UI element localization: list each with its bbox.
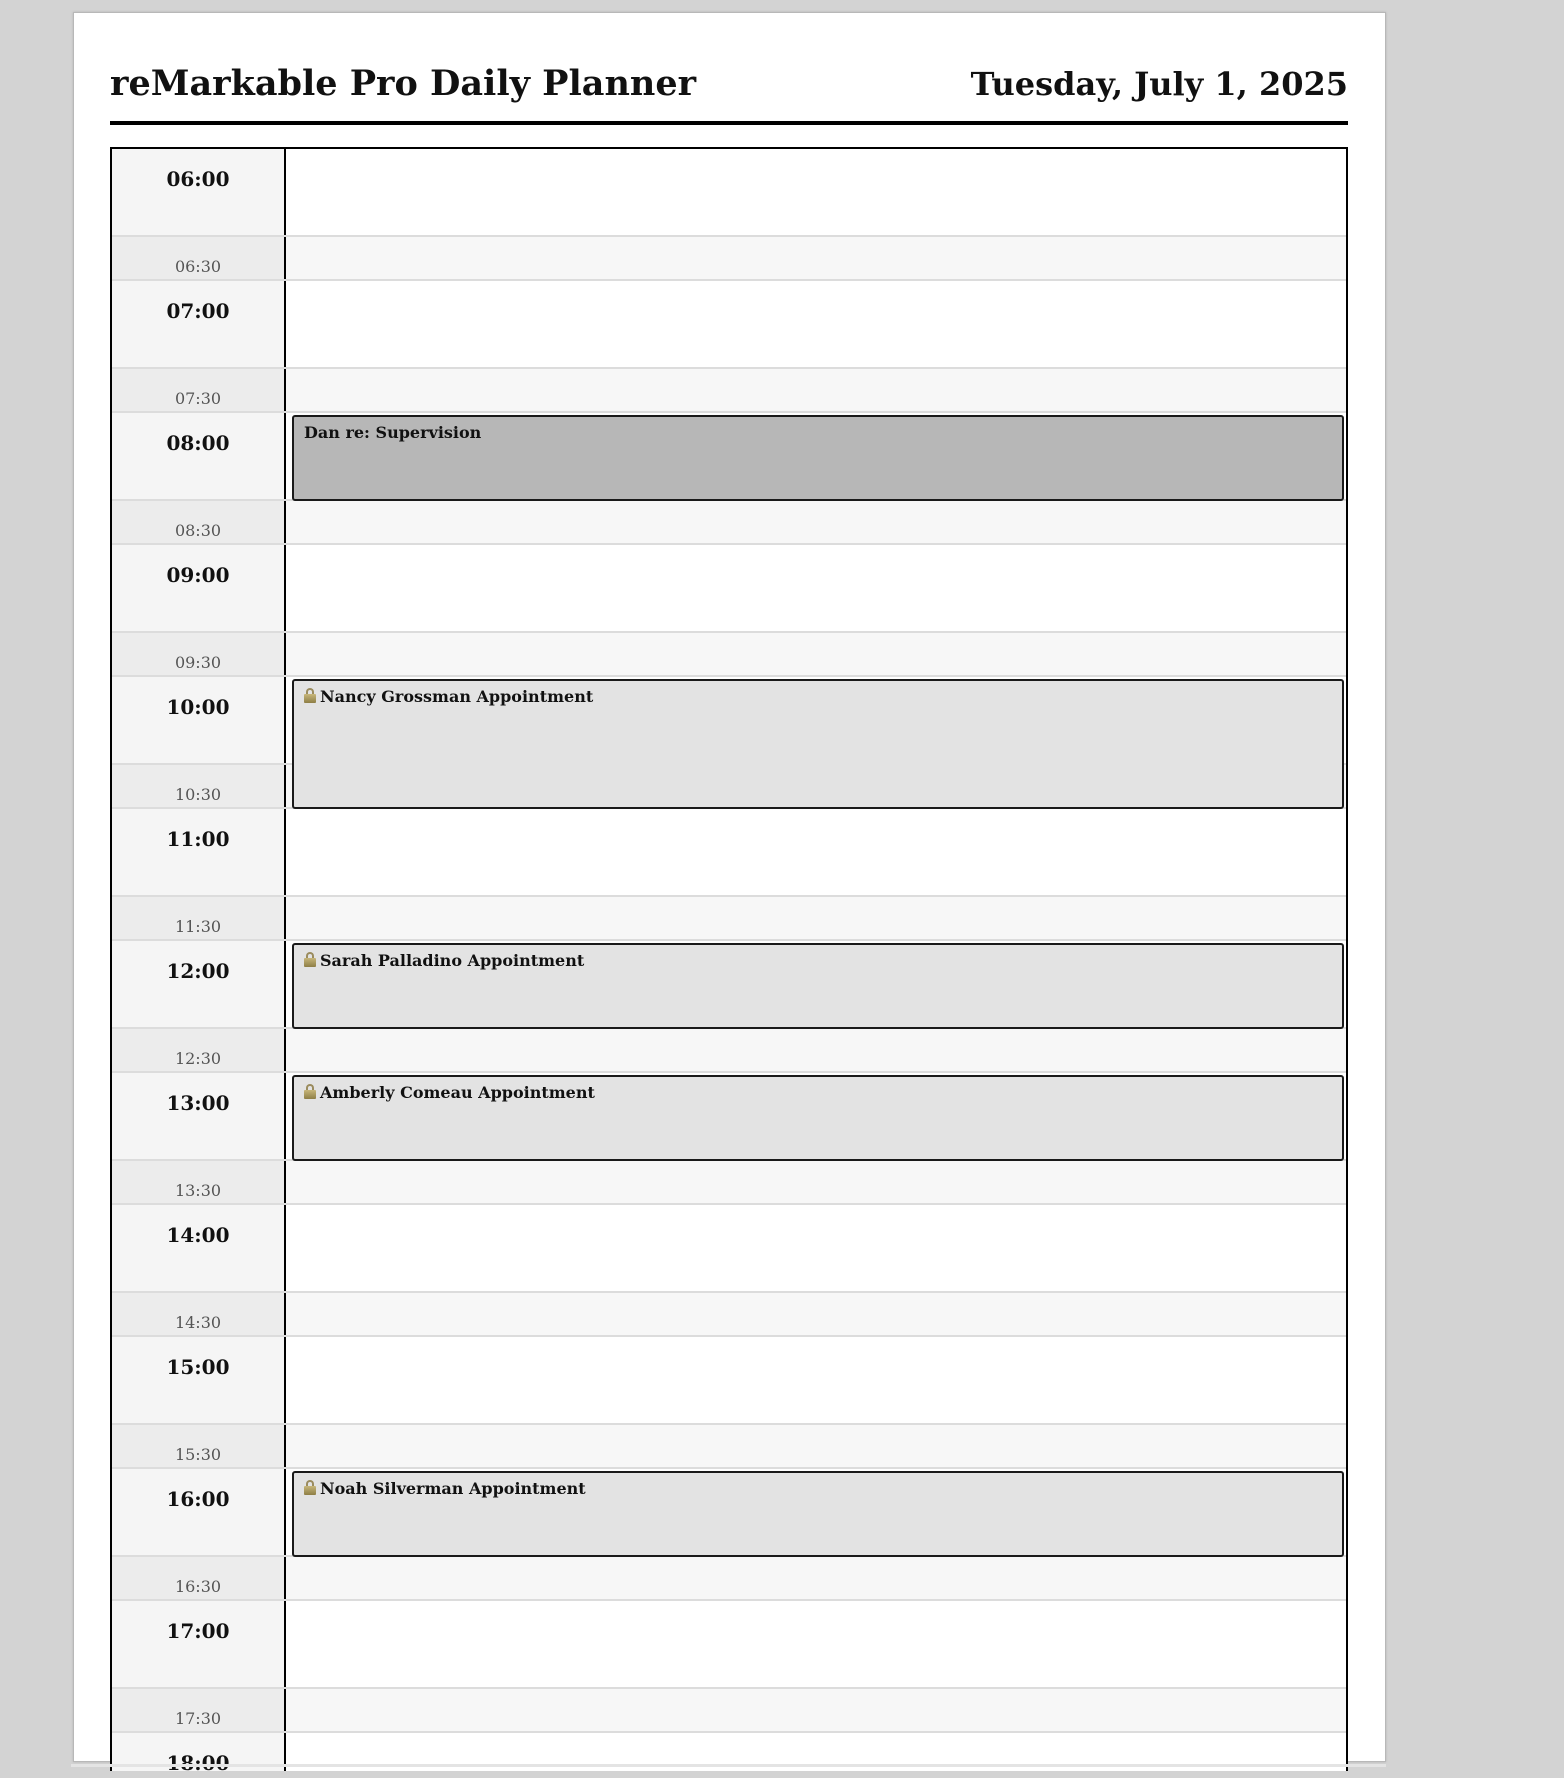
hour-slot[interactable]: 11:00 xyxy=(112,809,1346,897)
planner-page: reMarkable Pro Daily Planner Tuesday, Ju… xyxy=(73,12,1386,1771)
time-label: 10:30 xyxy=(112,765,286,807)
time-label: 13:30 xyxy=(112,1161,286,1203)
event-block[interactable]: Dan re: Supervision xyxy=(292,415,1344,501)
time-label: 08:30 xyxy=(112,501,286,543)
event-block[interactable]: Noah Silverman Appointment xyxy=(292,1471,1344,1557)
event-title: Sarah Palladino Appointment xyxy=(320,951,585,970)
time-label: 14:30 xyxy=(112,1293,286,1335)
time-label: 17:30 xyxy=(112,1689,286,1731)
half-hour-slot[interactable]: 11:30 xyxy=(112,897,1346,941)
time-label: 13:00 xyxy=(112,1073,286,1159)
half-hour-slot[interactable]: 08:30 xyxy=(112,501,1346,545)
hour-slot[interactable]: 14:00 xyxy=(112,1205,1346,1293)
event-block[interactable]: Amberly Comeau Appointment xyxy=(292,1075,1344,1161)
lock-icon xyxy=(304,688,316,703)
time-label: 11:00 xyxy=(112,809,286,895)
hour-slot[interactable]: 15:00 xyxy=(112,1337,1346,1425)
time-label: 07:00 xyxy=(112,281,286,367)
time-label: 15:30 xyxy=(112,1425,286,1467)
hour-slot[interactable]: 06:00 xyxy=(112,149,1346,237)
lock-icon xyxy=(304,1480,316,1495)
half-hour-slot[interactable]: 07:30 xyxy=(112,369,1346,413)
time-label: 16:00 xyxy=(112,1469,286,1555)
next-page-edge xyxy=(71,1764,1386,1767)
time-label: 06:30 xyxy=(112,237,286,279)
half-hour-slot[interactable]: 09:30 xyxy=(112,633,1346,677)
event-block[interactable]: Sarah Palladino Appointment xyxy=(292,943,1344,1029)
event-title: Amberly Comeau Appointment xyxy=(320,1083,595,1102)
lock-icon xyxy=(304,952,316,967)
time-label: 06:00 xyxy=(112,149,286,235)
time-label: 09:00 xyxy=(112,545,286,631)
time-label: 12:30 xyxy=(112,1029,286,1071)
half-hour-slot[interactable]: 06:30 xyxy=(112,237,1346,281)
hour-slot[interactable]: 17:00 xyxy=(112,1601,1346,1689)
event-title: Noah Silverman Appointment xyxy=(320,1479,586,1498)
half-hour-slot[interactable]: 13:30 xyxy=(112,1161,1346,1205)
half-hour-slot[interactable]: 16:30 xyxy=(112,1557,1346,1601)
schedule-grid: 06:00 06:30 07:00 07:30 08:00 08:30 09:00 09:30… xyxy=(110,147,1348,1771)
time-label: 17:00 xyxy=(112,1601,286,1687)
planner-title: reMarkable Pro Daily Planner xyxy=(110,63,697,104)
half-hour-slot[interactable]: 17:30 xyxy=(112,1689,1346,1733)
lock-icon xyxy=(304,1084,316,1099)
half-hour-slot[interactable]: 14:30 xyxy=(112,1293,1346,1337)
event-title: Nancy Grossman Appointment xyxy=(320,687,594,706)
time-label: 15:00 xyxy=(112,1337,286,1423)
time-label: 12:00 xyxy=(112,941,286,1027)
time-label: 16:30 xyxy=(112,1557,286,1599)
hour-slot[interactable]: 09:00 xyxy=(112,545,1346,633)
time-label: 11:30 xyxy=(112,897,286,939)
half-hour-slot[interactable]: 12:30 xyxy=(112,1029,1346,1073)
event-title: Dan re: Supervision xyxy=(304,423,482,442)
event-block[interactable]: Nancy Grossman Appointment xyxy=(292,679,1344,809)
time-label: 07:30 xyxy=(112,369,286,411)
time-label: 08:00 xyxy=(112,413,286,499)
time-label: 09:30 xyxy=(112,633,286,675)
half-hour-slot[interactable]: 15:30 xyxy=(112,1425,1346,1469)
planner-header: reMarkable Pro Daily Planner Tuesday, Ju… xyxy=(110,49,1348,125)
time-label: 10:00 xyxy=(112,677,286,763)
time-label: 14:00 xyxy=(112,1205,286,1291)
planner-date: Tuesday, July 1, 2025 xyxy=(970,65,1348,103)
hour-slot[interactable]: 07:00 xyxy=(112,281,1346,369)
